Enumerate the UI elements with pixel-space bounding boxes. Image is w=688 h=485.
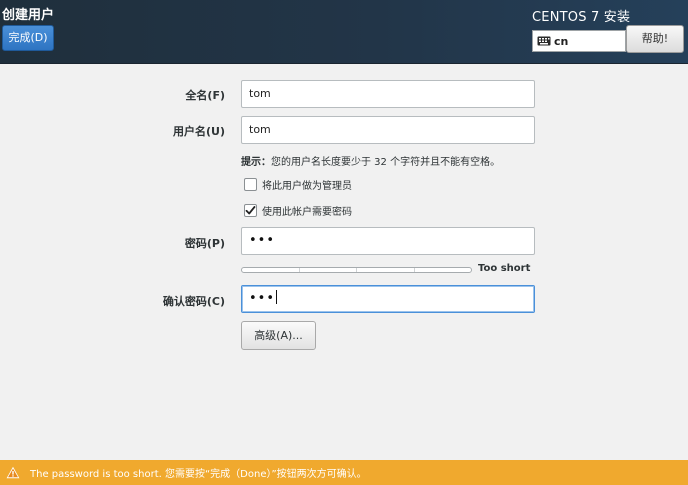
strength-segment [357,268,415,272]
strength-segment [242,268,300,272]
username-label: 用户名(U) [173,125,225,138]
password-strength-text: Too short [478,263,531,274]
username-input[interactable]: tom [241,116,535,144]
confirm-password-label: 确认密码(C) [162,295,225,308]
hint-prefix: 提示： [241,157,271,168]
fullname-label: 全名(F) [185,89,225,102]
require-password-checkbox-label: 使用此帐户需要密码 [262,206,352,218]
username-hint: 提示：您的用户名长度要少于 32 个字符并且不能有空格。 [241,153,500,168]
checkmark-icon [245,205,256,214]
strength-segment [300,268,357,272]
keyboard-layout-indicator[interactable]: cn [532,30,626,52]
keyboard-layout-label: cn [554,34,569,48]
keyboard-icon [537,36,551,46]
admin-checkbox-label: 将此用户做为管理员 [262,180,352,192]
product-title: CENTOS 7 安装 [532,10,631,25]
password-strength-bar [241,267,472,273]
page-title: 创建用户 [2,8,55,23]
warning-bar[interactable]: The password is too short. 您需要按“完成（Done）… [0,460,688,485]
header-bar: 创建用户 完成(D) CENTOS 7 安装 cn 帮助! [0,0,688,64]
require-password-checkbox-row[interactable]: 使用此帐户需要密码 [244,202,352,218]
text-caret [276,290,278,304]
password-input[interactable]: ••• [241,227,535,255]
password-value: ••• [249,233,276,248]
admin-checkbox[interactable] [244,177,257,191]
help-button[interactable]: 帮助! [626,25,684,53]
password-label: 密码(P) [184,237,225,250]
fullname-input[interactable]: tom [241,80,535,108]
warning-text: The password is too short. 您需要按“完成（Done）… [30,469,367,480]
done-button[interactable]: 完成(D) [2,25,54,51]
admin-checkbox-row[interactable]: 将此用户做为管理员 [244,176,352,192]
hint-text: 您的用户名长度要少于 32 个字符并且不能有空格。 [271,157,501,168]
confirm-password-value: ••• [249,291,276,306]
confirm-password-input[interactable]: ••• [241,285,535,313]
advanced-button[interactable]: 高级(A)... [241,321,316,350]
require-password-checkbox[interactable] [244,203,257,217]
strength-segment [415,268,472,272]
warning-icon [6,466,20,479]
